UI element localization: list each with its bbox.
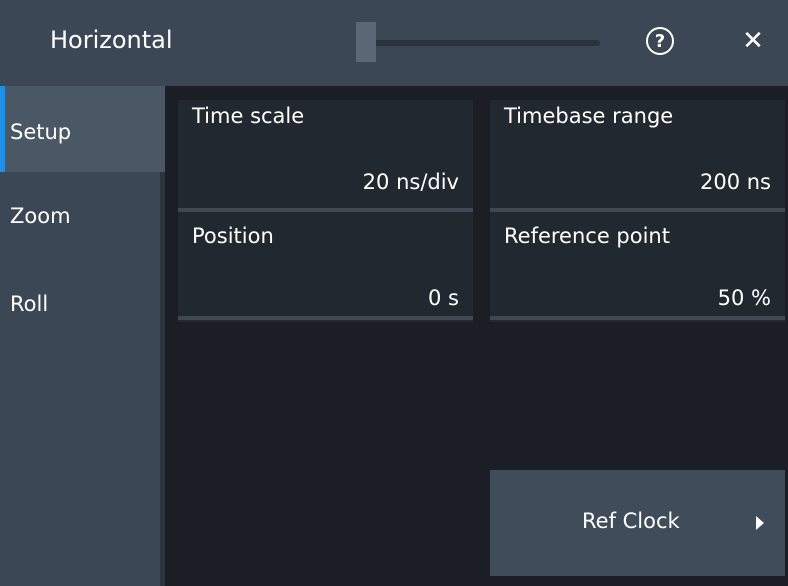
position-field[interactable]: Position 0 s: [178, 212, 473, 322]
help-icon[interactable]: ?: [646, 27, 674, 55]
active-tab-indicator: [0, 86, 5, 172]
reference-point-value[interactable]: 50 %: [718, 286, 771, 310]
transparency-slider-track[interactable]: [360, 40, 600, 46]
tab-setup[interactable]: Setup: [0, 86, 165, 172]
tab-setup-label: Setup: [10, 120, 72, 144]
title-bar[interactable]: Horizontal ? ✕: [0, 0, 788, 86]
transparency-slider-handle[interactable]: [356, 22, 376, 62]
position-label: Position: [192, 224, 274, 248]
position-underline: [178, 316, 473, 320]
timebase-range-label: Timebase range: [504, 104, 674, 128]
close-icon[interactable]: ✕: [738, 26, 768, 56]
reference-point-field[interactable]: Reference point 50 %: [490, 212, 785, 322]
help-symbol: ?: [654, 30, 666, 52]
time-scale-value[interactable]: 20 ns/div: [363, 170, 459, 194]
ref-clock-label: Ref Clock: [582, 509, 680, 533]
timebase-range-value[interactable]: 200 ns: [700, 170, 771, 194]
ref-clock-button[interactable]: Ref Clock: [490, 470, 785, 576]
close-symbol: ✕: [742, 26, 764, 56]
reference-point-label: Reference point: [504, 224, 670, 248]
tab-roll[interactable]: Roll: [0, 258, 160, 344]
reference-point-underline: [490, 316, 785, 320]
position-value[interactable]: 0 s: [428, 286, 459, 310]
tab-zoom[interactable]: Zoom: [0, 172, 160, 258]
dialog-title: Horizontal: [50, 26, 173, 54]
tab-roll-label: Roll: [10, 292, 49, 316]
chevron-right-icon: [756, 516, 764, 530]
time-scale-label: Time scale: [192, 104, 305, 128]
horizontal-dialog: Horizontal ? ✕ Setup Zoom Roll Time scal…: [0, 0, 788, 586]
tab-zoom-label: Zoom: [10, 204, 71, 228]
time-scale-field[interactable]: Time scale 20 ns/div: [178, 100, 473, 212]
timebase-range-field[interactable]: Timebase range 200 ns: [490, 100, 785, 212]
